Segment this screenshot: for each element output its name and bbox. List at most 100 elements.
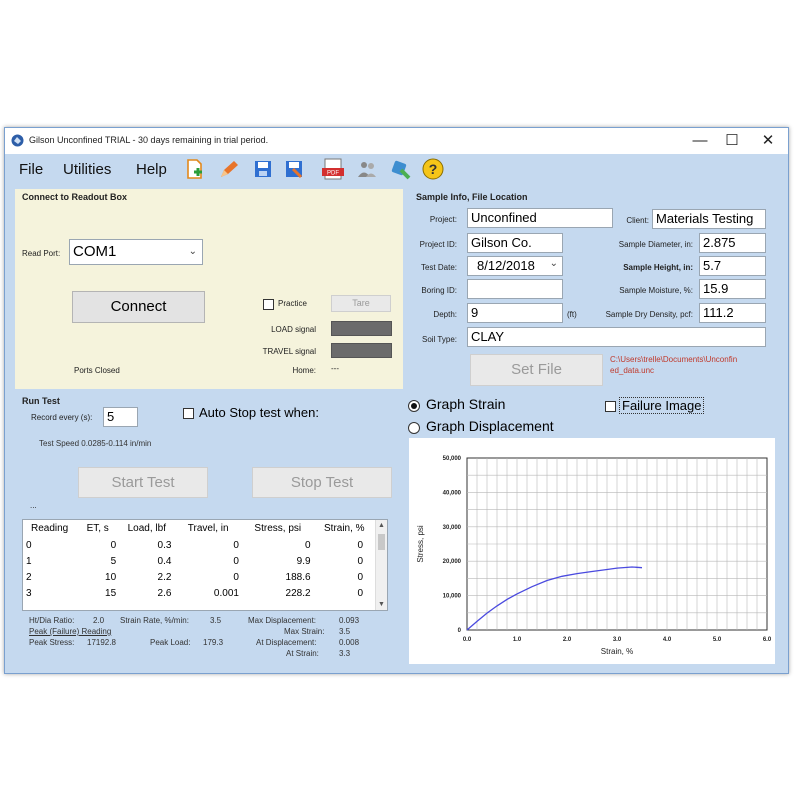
file-path-line1: C:\Users\trelle\Documents\Unconfin (610, 355, 738, 364)
menu-utilities[interactable]: Utilities (63, 161, 111, 178)
graph-displacement-label: Graph Displacement (426, 418, 554, 434)
close-button[interactable]: ✕ (753, 132, 783, 150)
column-header-et[interactable]: ET, s (76, 520, 119, 537)
table-row[interactable]: 0 0 0.3 0 0 0 (23, 537, 375, 553)
cell-travel: 0.001 (213, 587, 239, 599)
test-date-picker[interactable]: 8/12/2018 ⌄ (467, 256, 563, 276)
client-label: Client: (626, 216, 649, 225)
graph-displacement-radio[interactable] (408, 422, 420, 434)
connect-heading: Connect to Readout Box (22, 192, 127, 202)
column-header-travel[interactable]: Travel, in (174, 520, 242, 537)
at-strain-value: 3.3 (339, 649, 351, 658)
scroll-down-icon[interactable]: ▼ (378, 601, 385, 608)
at-disp-value: 0.008 (339, 638, 360, 647)
y-tick-label: 30,000 (443, 525, 462, 531)
practice-checkbox[interactable] (263, 299, 274, 310)
column-header-stress[interactable]: Stress, psi (242, 520, 314, 537)
load-signal-label: LOAD signal (271, 325, 316, 334)
minimize-button[interactable]: — (685, 132, 715, 150)
peak-stress-value: 17192.8 (87, 638, 116, 647)
stress-strain-chart: 0.0 1.0 2.0 3.0 4.0 5.0 6.0 0 10,000 20,000 30,000… (416, 456, 772, 656)
client-field[interactable]: Materials Testing (652, 209, 766, 229)
x-axis-label: Strain, % (601, 647, 633, 656)
peak-load-value: 179.3 (203, 638, 224, 647)
depth-field[interactable]: 9 (467, 303, 563, 323)
column-header-load[interactable]: Load, lbf (119, 520, 174, 537)
load-signal-indicator (331, 321, 392, 336)
save-icon[interactable] (251, 157, 275, 181)
scroll-thumb[interactable] (378, 534, 385, 550)
cell-reading: 2 (26, 571, 32, 583)
height-field[interactable]: 5.7 (699, 256, 766, 276)
cell-et: 0 (110, 539, 117, 551)
failure-image-checkbox[interactable] (605, 401, 616, 412)
table-row[interactable]: 2 10 2.2 0 188.6 0 (23, 569, 375, 585)
column-header-strain[interactable]: Strain, % (314, 520, 375, 537)
density-field[interactable]: 111.2 (699, 303, 766, 323)
diameter-label: Sample Diameter, in: (618, 240, 693, 249)
save-as-icon[interactable] (282, 157, 306, 181)
max-strain-label: Max Strain: (284, 627, 325, 636)
at-disp-label: At Displacement: (256, 638, 317, 647)
maximize-button[interactable]: ☐ (717, 132, 747, 150)
peak-reading-link[interactable]: Peak (Failure) Reading (29, 627, 111, 636)
height-label: Sample Height, in: (623, 263, 693, 272)
diameter-field[interactable]: 2.875 (699, 233, 766, 253)
set-file-button[interactable]: Set File (470, 354, 603, 386)
file-path-line2: ed_data.unc (610, 366, 655, 375)
new-file-icon[interactable] (183, 157, 207, 181)
scroll-up-icon[interactable]: ▲ (378, 522, 385, 529)
cell-load: 0.3 (157, 539, 172, 551)
test-date-label: Test Date: (420, 263, 457, 272)
pencil-edit-icon[interactable] (217, 157, 241, 181)
x-tick-label: 3.0 (613, 637, 622, 643)
cell-load: 0.4 (157, 555, 172, 567)
status-dots: ... (30, 501, 37, 510)
column-header-reading[interactable]: Reading (23, 520, 76, 537)
boring-id-field[interactable] (467, 279, 563, 299)
max-strain-value: 3.5 (339, 627, 351, 636)
auto-stop-checkbox[interactable] (183, 408, 194, 419)
project-id-field[interactable]: Gilson Co. (467, 233, 563, 253)
graph-strain-radio[interactable] (408, 400, 420, 412)
tool-icon[interactable] (388, 157, 412, 181)
hdia-label: Ht/Dia Ratio: (29, 616, 75, 625)
read-port-select[interactable]: COM1 ⌄ (69, 239, 203, 265)
y-tick-label: 10,000 (443, 594, 462, 600)
table-scrollbar[interactable]: ▲ ▼ (375, 520, 387, 610)
travel-signal-label: TRAVEL signal (262, 347, 316, 356)
pdf-report-icon[interactable]: PDF (321, 157, 345, 181)
title-bar[interactable]: Gilson Unconfined TRIAL - 30 days remain… (5, 128, 788, 154)
test-date-value: 8/12/2018 (477, 258, 535, 273)
read-port-value: COM1 (73, 243, 117, 260)
x-tick-label: 4.0 (663, 637, 672, 643)
cell-travel: 0 (233, 555, 239, 567)
project-id-label: Project ID: (419, 240, 457, 249)
help-icon[interactable]: ? (421, 157, 445, 181)
depth-label: Depth: (433, 310, 457, 319)
readings-table-container[interactable]: Reading ET, s Load, lbf Travel, in Stres… (22, 519, 388, 611)
soil-type-label: Soil Type: (422, 335, 457, 344)
project-label: Project: (429, 215, 457, 224)
record-every-field[interactable]: 5 (103, 407, 138, 427)
max-disp-value: 0.093 (339, 616, 360, 625)
tare-button[interactable]: Tare (331, 295, 391, 312)
project-field[interactable]: Unconfined (467, 208, 613, 228)
stop-test-button[interactable]: Stop Test (252, 467, 392, 498)
ports-status: Ports Closed (74, 366, 120, 375)
table-row[interactable]: 1 5 0.4 0 9.9 0 (23, 553, 375, 569)
cell-reading: 3 (26, 587, 32, 599)
x-tick-label: 5.0 (713, 637, 722, 643)
menu-file[interactable]: File (19, 161, 43, 178)
menu-help[interactable]: Help (136, 161, 167, 178)
app-logo-icon (11, 134, 24, 147)
start-test-button[interactable]: Start Test (78, 467, 208, 498)
people-icon[interactable] (355, 157, 379, 181)
table-row[interactable]: 3 15 2.6 0.001 228.2 0 (23, 585, 375, 601)
soil-type-field[interactable]: CLAY (467, 327, 766, 347)
practice-label: Practice (278, 299, 307, 308)
connect-button[interactable]: Connect (72, 291, 205, 323)
moisture-field[interactable]: 15.9 (699, 279, 766, 299)
cell-reading: 0 (26, 539, 32, 551)
strain-rate-label: Strain Rate, %/min: (120, 616, 189, 625)
